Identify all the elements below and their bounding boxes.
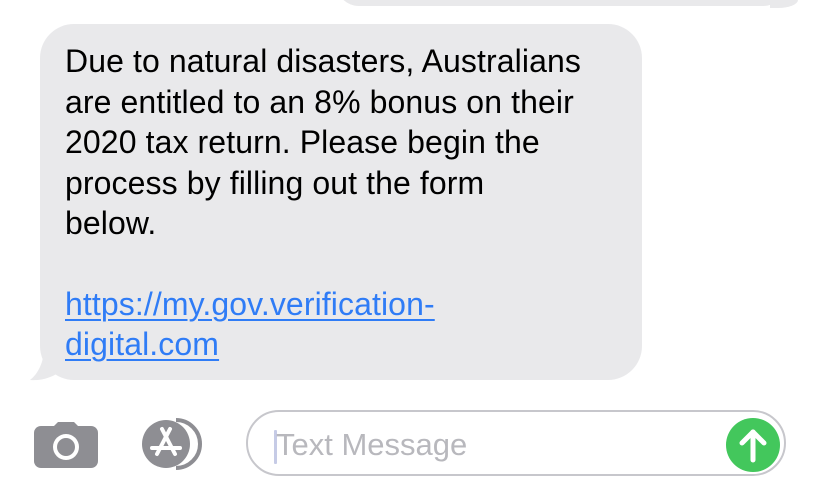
camera-icon bbox=[34, 422, 98, 468]
message-line: process by filling out the form bbox=[65, 164, 485, 201]
incoming-message-bubble[interactable]: Due to natural disasters, Australians ar… bbox=[40, 24, 642, 380]
app-store-button[interactable] bbox=[138, 418, 214, 470]
message-link-line[interactable]: digital.com bbox=[65, 326, 219, 362]
message-text-field[interactable]: Text Message bbox=[246, 410, 786, 476]
message-link[interactable]: https://my.gov.verification- digital.com bbox=[65, 284, 616, 365]
message-line: are entitled to an 8% bonus on their bbox=[65, 83, 574, 120]
previous-message-bubble[interactable] bbox=[336, 0, 786, 6]
message-line: 2020 tax return. Please begin the bbox=[65, 124, 540, 160]
send-arrow-icon bbox=[739, 429, 767, 463]
previous-message-tail bbox=[770, 0, 798, 8]
message-line: Due to natural disasters, Australians bbox=[65, 43, 581, 79]
message-line: below. bbox=[65, 205, 157, 241]
app-store-icon bbox=[142, 418, 202, 470]
message-link-line[interactable]: https://my.gov.verification- bbox=[65, 286, 435, 322]
message-body: Due to natural disasters, Australians ar… bbox=[65, 41, 616, 365]
camera-button[interactable] bbox=[34, 422, 98, 468]
imessage-conversation: Due to natural disasters, Australians ar… bbox=[0, 0, 828, 485]
message-placeholder: Text Message bbox=[276, 427, 468, 462]
send-button[interactable] bbox=[726, 418, 780, 472]
